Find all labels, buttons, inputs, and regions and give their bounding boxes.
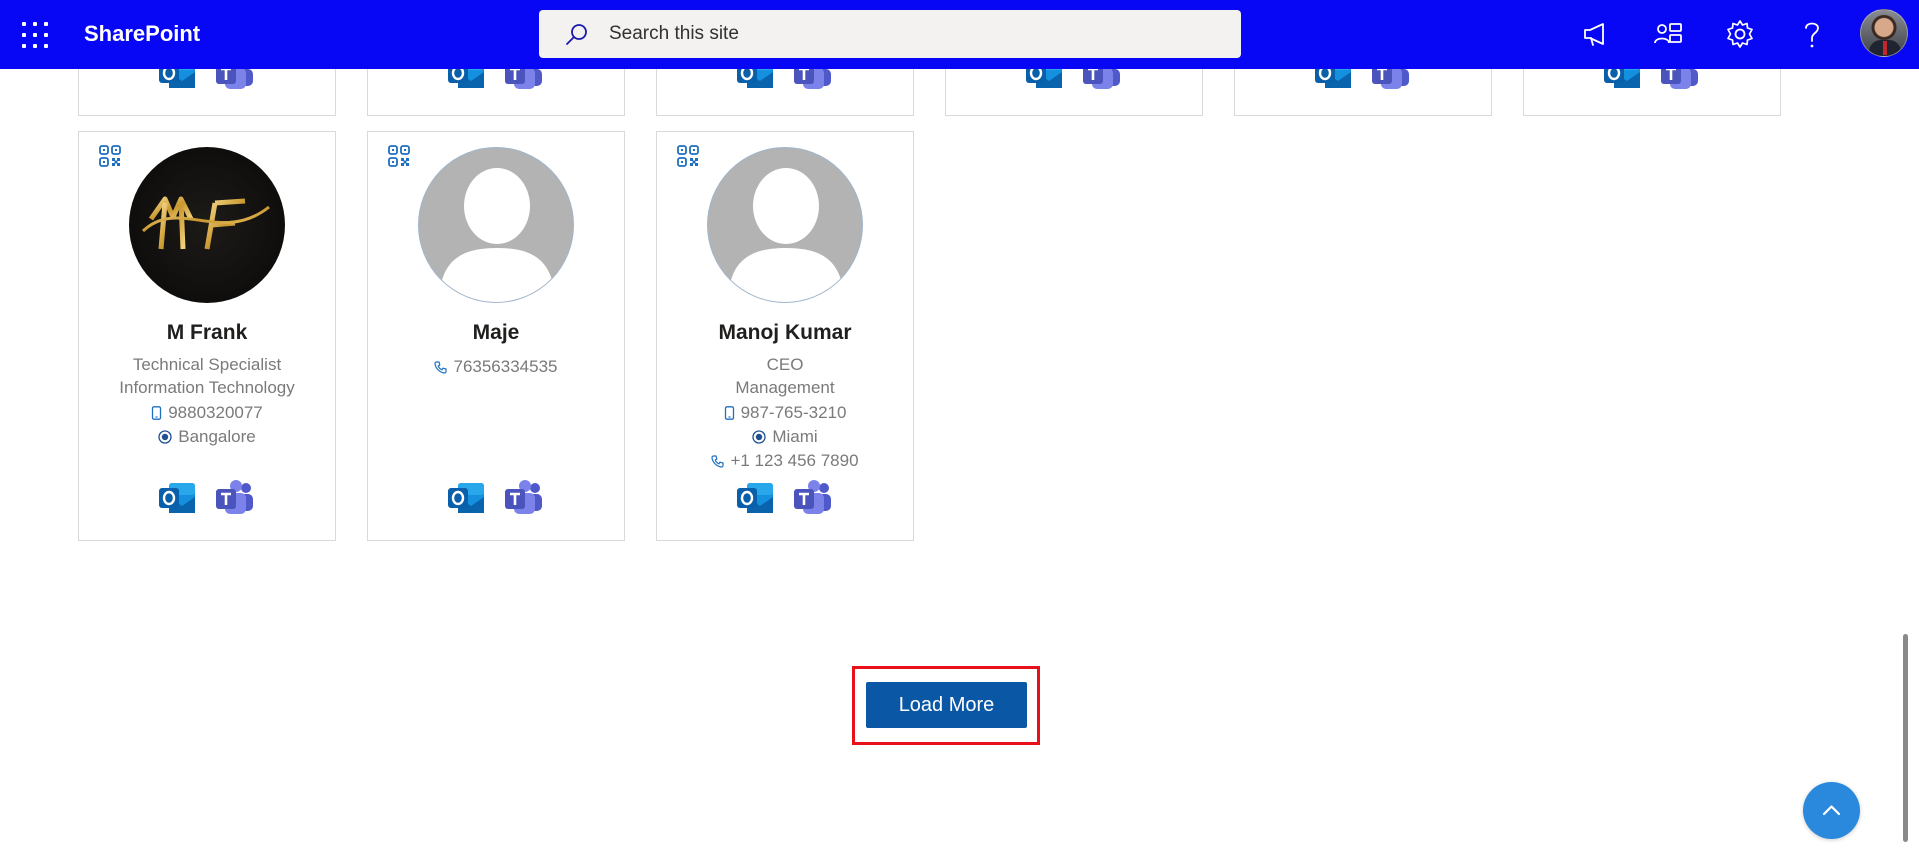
location-icon — [158, 430, 172, 444]
qr-code-icon[interactable] — [388, 145, 410, 167]
app-name[interactable]: SharePoint — [84, 21, 200, 47]
teams-icon[interactable] — [214, 479, 254, 517]
profile-photo — [129, 147, 285, 303]
profile-name: M Frank — [166, 321, 248, 344]
profile-location: Bangalore — [178, 427, 256, 446]
outlook-icon[interactable] — [446, 479, 486, 517]
teams-icon[interactable] — [503, 479, 543, 517]
outlook-icon[interactable] — [157, 479, 197, 517]
profile-name: Maje — [472, 321, 520, 344]
profile-location-row: Bangalore — [79, 427, 335, 447]
chevron-up-icon — [1822, 805, 1841, 816]
app-launcher-icon[interactable] — [22, 22, 48, 48]
profile-mobile[interactable]: 9880320077 — [168, 403, 263, 422]
mobile-phone-icon — [152, 406, 162, 420]
announcement-icon[interactable] — [1579, 17, 1613, 51]
mf-logo-icon — [141, 196, 270, 250]
profile-mobile-row: 9880320077 — [79, 403, 335, 423]
profile-mobile[interactable]: 987-765-3210 — [741, 403, 847, 422]
location-icon — [752, 430, 766, 444]
back-to-top-button[interactable] — [1803, 782, 1860, 839]
site-search-box[interactable] — [539, 10, 1241, 58]
profile-phone-row: 76356334535 — [368, 357, 624, 377]
profile-department: Information Technology — [119, 378, 295, 397]
profile-location: Miami — [772, 427, 818, 446]
profile-phone[interactable]: 76356334535 — [453, 357, 557, 376]
vertical-scrollbar-thumb[interactable] — [1903, 634, 1908, 842]
profile-job-title: Technical Specialist — [132, 355, 282, 374]
load-more-button[interactable]: Load More — [866, 682, 1027, 728]
profile-location-row: Miami — [657, 427, 913, 447]
profile-name: Manoj Kumar — [718, 321, 852, 344]
search-input[interactable] — [609, 10, 1209, 58]
mobile-phone-icon — [724, 406, 734, 420]
qr-code-icon[interactable] — [99, 145, 121, 167]
profile-department: Management — [735, 378, 835, 397]
profile-card: Maje 76356334535 — [367, 131, 625, 541]
qr-code-icon[interactable] — [677, 145, 699, 167]
teams-icon[interactable] — [792, 479, 832, 517]
outlook-icon[interactable] — [735, 479, 775, 517]
help-icon[interactable] — [1795, 17, 1829, 51]
profile-phone-row: +1 123 456 7890 — [657, 451, 913, 471]
profile-mobile-row: 987-765-3210 — [657, 403, 913, 423]
phone-icon — [711, 455, 725, 468]
profile-card: Manoj Kumar CEO Management 987-765-3210 … — [656, 131, 914, 541]
profile-job-title: CEO — [766, 355, 804, 374]
user-avatar[interactable] — [1860, 9, 1908, 57]
profile-phone[interactable]: +1 123 456 7890 — [730, 451, 858, 470]
settings-icon[interactable] — [1723, 17, 1757, 51]
suite-bar: SharePoint — [0, 0, 1919, 69]
share-icon[interactable] — [1651, 17, 1685, 51]
search-icon — [566, 24, 587, 45]
default-person-icon — [439, 168, 555, 302]
phone-icon — [434, 361, 448, 374]
profile-photo — [418, 147, 574, 303]
profile-photo — [707, 147, 863, 303]
profile-card: M Frank Technical Specialist Information… — [78, 131, 336, 541]
default-person-icon — [728, 168, 844, 302]
